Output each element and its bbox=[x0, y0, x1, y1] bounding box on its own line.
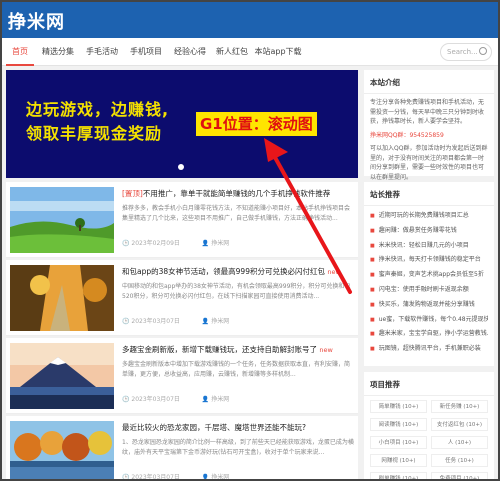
article-date: 🕒 2023年03月07日 bbox=[122, 396, 180, 403]
category-tag[interactable]: 支付返红包 (10+) bbox=[431, 418, 488, 431]
main-nav: 首页 精选分集 手毛活动 手机项目 经验心得 新人红包 本站app下载 Sear… bbox=[2, 38, 498, 66]
qq-group-link[interactable]: 挣米网QQ群：954525859 bbox=[364, 127, 494, 141]
category-tag[interactable]: 刷单赚钱 (10+) bbox=[370, 472, 427, 479]
new-badge: new bbox=[319, 346, 333, 354]
category-tag[interactable]: 阅读赚钱 (10+) bbox=[370, 418, 427, 431]
article-thumbnail[interactable] bbox=[10, 265, 114, 331]
article-title[interactable]: 最近比较火的恐龙家园，千层塔、魔塔世界还能不能玩? bbox=[122, 422, 354, 433]
nav-item-home[interactable]: 首页 bbox=[6, 38, 34, 66]
intro-text: 可以加入QQ群，参加活动时为发起后送到群里的，对于没有时间关注的项目都会第一时间… bbox=[370, 145, 488, 181]
category-tag[interactable]: 新任务赚 (10+) bbox=[431, 400, 488, 413]
widget-title: 项目推荐 bbox=[364, 372, 494, 396]
sticky-tag: [置顶] bbox=[122, 189, 143, 198]
article-excerpt: 中国移动的和包app举办的38女神节活动，有机会领取最高999积分，积分可兑换和… bbox=[122, 283, 351, 300]
recommend-item[interactable]: ue蜜，下载软件赚钱，每个0.48元提现快 bbox=[370, 313, 488, 328]
nav-item-new-user-redpacket[interactable]: 新人红包 bbox=[212, 38, 252, 66]
article-date: 🕒 2023年02月09日 bbox=[122, 240, 180, 247]
new-badge: new bbox=[327, 268, 341, 276]
article-meta: 🕒 2023年02月09日 👤 挣米网 bbox=[122, 238, 249, 247]
nav-item-app-download[interactable]: 本站app下载 bbox=[254, 38, 302, 66]
banner-headline-2: 领取丰厚现金奖励 bbox=[26, 124, 163, 143]
category-tag[interactable]: 免费项目 (10+) bbox=[431, 472, 488, 479]
list-item[interactable]: 最近比较火的恐龙家园，千层塔、魔塔世界还能不能玩? 1、恐龙家园恐龙家园的简介比… bbox=[6, 416, 358, 481]
article-thumbnail[interactable] bbox=[10, 343, 114, 409]
site-intro-widget: 本站介绍 专注分享各种免费赚钱项目和手机活动，无需投资一分钱，每天早中晚三只分钟… bbox=[364, 70, 494, 181]
article-title[interactable]: [置顶]不用推广，靠单干就能简单赚钱的几个手机挣钱软件推荐 bbox=[122, 188, 354, 199]
article-title-text[interactable]: 和包app的38女神节活动，领最高999积分可兑换必闪付红包 bbox=[122, 267, 325, 276]
article-meta: 🕒 2023年03月07日 👤 挣米网 bbox=[122, 316, 249, 325]
category-tags: 简单赚钱 (10+) 新任务赚 (10+) 阅读赚钱 (10+) 支付返红包 (… bbox=[364, 396, 494, 479]
list-item[interactable]: 多趣宝金刷新版，新增下载赚钱玩，还支持自助解封账号了 new 多趣宝金刷新版本中… bbox=[6, 338, 358, 414]
carousel-dot[interactable] bbox=[178, 164, 184, 170]
recommend-list: 近期可玩的长期免费赚钱项目汇总 趣闲赚：做悬赏任务赚零花钱 米米快讯：轻松日赚几… bbox=[364, 206, 494, 360]
article-author[interactable]: 👤 挣米网 bbox=[202, 318, 239, 325]
categories-widget: 项目推荐 简单赚钱 (10+) 新任务赚 (10+) 阅读赚钱 (10+) 支付… bbox=[364, 372, 494, 479]
recommend-item[interactable]: 挣米快讯，每天打卡领赚钱的稳定平台 bbox=[370, 253, 488, 268]
article-excerpt: 多趣宝金刷新版本中增加下载游戏赚钱的一个任务，任务数据获取本直，有利安赚，简单赚… bbox=[122, 361, 351, 378]
category-tag[interactable]: 任务 (10+) bbox=[431, 454, 488, 467]
list-item[interactable]: 和包app的38女神节活动，领最高999积分可兑换必闪付红包 new 中国移动的… bbox=[6, 260, 358, 336]
article-title-text[interactable]: 不用推广，靠单干就能简单赚钱的几个手机挣钱软件推荐 bbox=[143, 189, 331, 198]
category-tag[interactable]: 网赚视 (10+) bbox=[370, 454, 427, 467]
recommend-item[interactable]: 趣米米家，宝宝学自驱，挣小学运营教钱人 bbox=[370, 327, 488, 342]
category-tag[interactable]: 人 (10+) bbox=[431, 436, 488, 449]
nav-item-mobile-projects[interactable]: 手机项目 bbox=[126, 38, 166, 66]
category-tag[interactable]: 小白项目 (10+) bbox=[370, 436, 427, 449]
browser-frame: 挣米网 首页 精选分集 手毛活动 手机项目 经验心得 新人红包 本站app下载 … bbox=[0, 0, 500, 481]
banner-headline-1: 边玩游戏，边赚钱, bbox=[26, 100, 170, 119]
site-header: 挣米网 bbox=[2, 2, 498, 38]
widget-title: 站长推荐 bbox=[364, 182, 494, 206]
article-author[interactable]: 👤 挣米网 bbox=[202, 240, 239, 247]
recommend-widget: 站长推荐 近期可玩的长期免费赚钱项目汇总 趣闲赚：做悬赏任务赚零花钱 米米快讯：… bbox=[364, 182, 494, 366]
article-date: 🕒 2023年03月07日 bbox=[122, 318, 180, 325]
article-author[interactable]: 👤 挣米网 bbox=[202, 396, 239, 403]
article-title[interactable]: 和包app的38女神节活动，领最高999积分可兑换必闪付红包 new bbox=[122, 266, 354, 277]
recommend-item[interactable]: 快买乐，蒲发购物返现并能分享赚钱 bbox=[370, 298, 488, 313]
article-list: [置顶]不用推广，靠单干就能简单赚钱的几个手机挣钱软件推荐 推荐多多，教会手机小… bbox=[6, 182, 358, 481]
nav-item-activities[interactable]: 手毛活动 bbox=[82, 38, 122, 66]
category-tag[interactable]: 简单赚钱 (10+) bbox=[370, 400, 427, 413]
widget-title: 本站介绍 bbox=[364, 70, 494, 94]
article-thumbnail[interactable] bbox=[10, 187, 114, 253]
article-meta: 🕒 2023年03月07日 👤 挣米网 bbox=[122, 394, 249, 403]
recommend-item[interactable]: 趣闲赚：做悬赏任务赚零花钱 bbox=[370, 224, 488, 239]
nav-item-featured[interactable]: 精选分集 bbox=[38, 38, 78, 66]
nav-item-experience[interactable]: 经验心得 bbox=[170, 38, 210, 66]
list-item[interactable]: [置顶]不用推广，靠单干就能简单赚钱的几个手机挣钱软件推荐 推荐多多，教会手机小… bbox=[6, 182, 358, 258]
article-date: 🕒 2023年03月07日 bbox=[122, 474, 180, 481]
article-excerpt: 1、恐龙家园恐龙家园的简介比例一样高级，到了前些天已经能获取游戏，龙蛋已成为横纹… bbox=[122, 439, 354, 456]
recommend-item[interactable]: 米米快讯：轻松日赚几元的小项目 bbox=[370, 239, 488, 254]
recommend-item[interactable]: 玩图镜，超快腾讯平台，手机兼职必装 bbox=[370, 342, 488, 357]
recommend-item[interactable]: 蜜声秦姬，变声艺术挑app会员低至5折 bbox=[370, 268, 488, 283]
site-logo[interactable]: 挣米网 bbox=[8, 8, 65, 34]
search-placeholder: Search... bbox=[447, 48, 478, 56]
search-input[interactable]: Search... bbox=[440, 43, 492, 61]
article-excerpt: 推荐多多，教会手机小白月赚零花钱方法，不知道能赚小项目好，本站手机挣钱项目会集里… bbox=[122, 205, 351, 222]
article-title[interactable]: 多趣宝金刷新版，新增下载赚钱玩，还支持自助解封账号了 new bbox=[122, 344, 354, 355]
article-thumbnail[interactable] bbox=[10, 421, 114, 479]
recommend-item[interactable]: 闪电宝：使用手融时刷卡返现余额 bbox=[370, 283, 488, 298]
article-author[interactable]: 👤 挣米网 bbox=[202, 474, 239, 479]
article-meta: 🕒 2023年03月07日 👤 挣米网 bbox=[122, 472, 249, 481]
article-title-text[interactable]: 最近比较火的恐龙家园，千层塔、魔塔世界还能不能玩? bbox=[122, 423, 306, 432]
annotation-label: G1位置：滚动图 bbox=[196, 112, 317, 136]
search-icon[interactable] bbox=[479, 47, 487, 55]
recommend-item[interactable]: 近期可玩的长期免费赚钱项目汇总 bbox=[370, 209, 488, 224]
article-title-text[interactable]: 多趣宝金刷新版，新增下载赚钱玩，还支持自助解封账号了 bbox=[122, 345, 317, 354]
intro-text: 专注分享各种免费赚钱项目和手机活动，无需投资一分钱，每天早中晚三只分钟到时收获，… bbox=[370, 99, 485, 125]
